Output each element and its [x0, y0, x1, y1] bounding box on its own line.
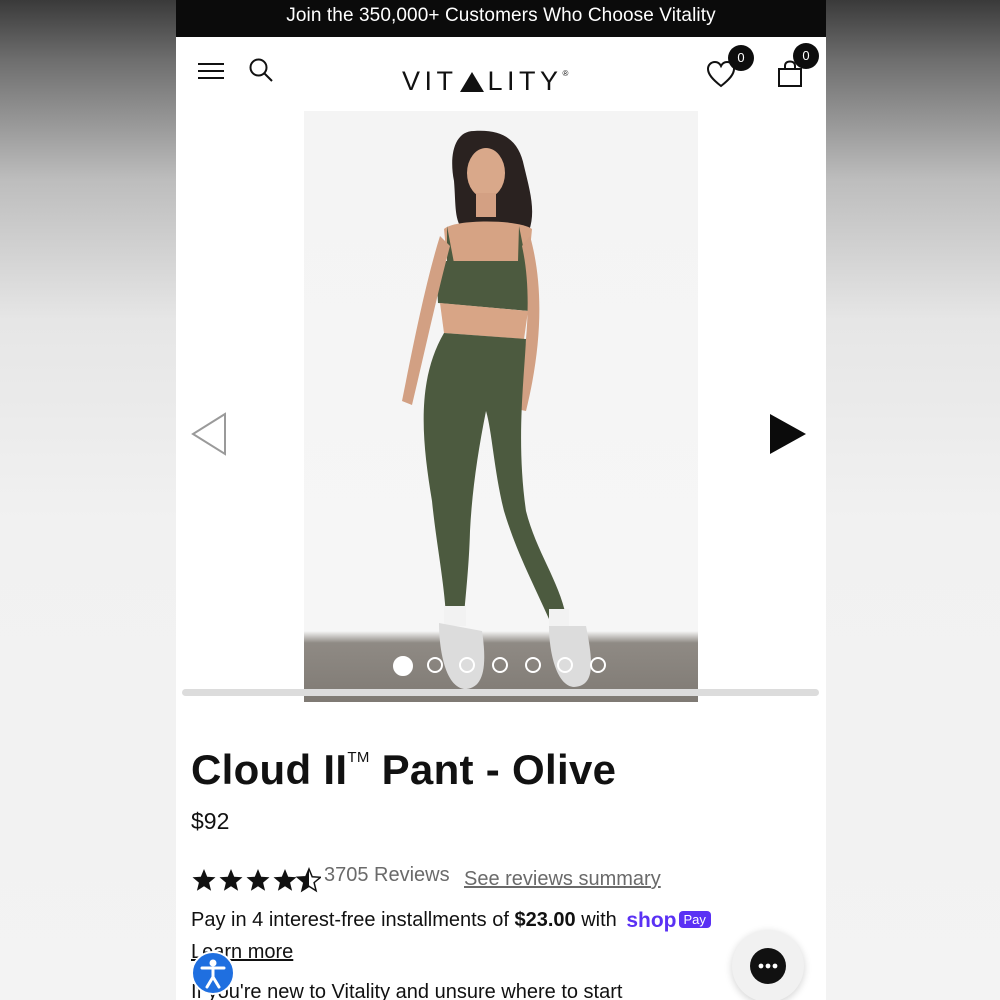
accessibility-icon — [200, 959, 226, 989]
cart-count-badge: 0 — [793, 43, 819, 69]
shop-pay-badge: Pay — [678, 911, 711, 928]
play-right-icon[interactable] — [768, 412, 808, 456]
product-title: Cloud IITM Pant - Olive — [191, 746, 616, 794]
wishlist-count-badge: 0 — [728, 45, 754, 71]
trademark-mark: TM — [347, 749, 370, 766]
product-intro-text: If you're new to Vitality and unsure whe… — [191, 981, 623, 1000]
chevron-left-icon[interactable] — [190, 412, 228, 456]
logo-text-right: LITY — [487, 66, 563, 96]
title-main: Cloud II — [191, 746, 348, 793]
installments-amount: $23.00 — [514, 909, 576, 931]
menu-icon[interactable] — [198, 63, 224, 81]
brand-logo[interactable]: VIT LITY® — [402, 57, 602, 96]
search-icon[interactable] — [248, 57, 274, 83]
site-header: VIT LITY® 0 0 — [176, 37, 826, 111]
announcement-bar[interactable]: Join the 350,000+ Customers Who Choose V… — [176, 0, 826, 37]
gallery-pagination — [393, 656, 613, 681]
gallery-dot[interactable] — [427, 657, 443, 673]
gallery-dot[interactable] — [459, 657, 475, 673]
rating-stars[interactable] — [191, 866, 321, 894]
gallery-dot[interactable] — [590, 657, 606, 673]
phone-screen: Join the 350,000+ Customers Who Choose V… — [176, 0, 826, 1000]
gallery-scrollbar[interactable] — [182, 689, 819, 696]
gallery-dot-active[interactable] — [393, 656, 413, 676]
model-photo — [402, 130, 591, 689]
installments-message: Pay in 4 interest-free installments of $… — [191, 909, 711, 933]
logo-text-left: VIT — [402, 66, 458, 96]
installments-prefix: Pay in 4 interest-free installments of — [191, 909, 515, 931]
title-rest: Pant - Olive — [369, 746, 617, 793]
star-icon — [192, 867, 321, 893]
gallery-dot[interactable] — [525, 657, 541, 673]
accessibility-button[interactable] — [191, 951, 235, 995]
review-count[interactable]: 3705 Reviews — [324, 864, 450, 887]
logo-triangle-icon — [459, 72, 484, 92]
installments-suffix: with — [575, 909, 617, 931]
shop-pay-logo: shop — [626, 909, 677, 932]
product-price: $92 — [191, 808, 230, 834]
chat-bubble-icon — [750, 948, 786, 984]
reviews-summary-link[interactable]: See reviews summary — [464, 868, 661, 891]
gallery-dot[interactable] — [492, 657, 508, 673]
chat-button[interactable] — [732, 930, 804, 1000]
logo-registered-mark: ® — [562, 69, 569, 78]
gallery-dot[interactable] — [557, 657, 573, 673]
product-image[interactable] — [304, 111, 698, 702]
